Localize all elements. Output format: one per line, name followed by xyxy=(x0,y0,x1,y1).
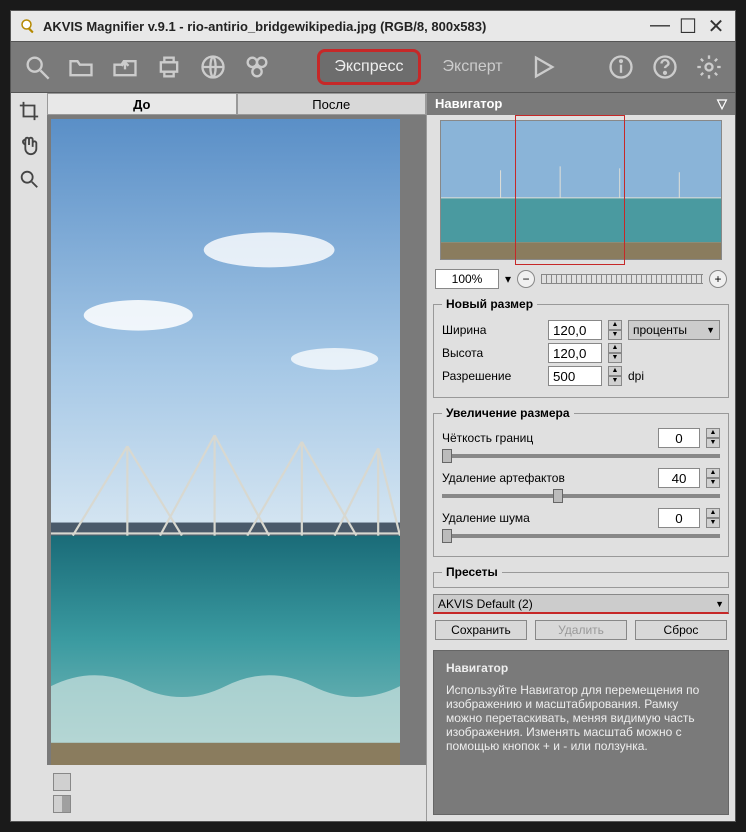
canvas-area[interactable] xyxy=(47,115,426,765)
resolution-input[interactable] xyxy=(548,366,602,386)
artifacts-input[interactable] xyxy=(658,468,700,488)
noise-input[interactable] xyxy=(658,508,700,528)
preset-select[interactable]: AKVIS Default (2)▼ xyxy=(433,594,729,614)
noise-stepper[interactable]: ▲▼ xyxy=(706,508,720,528)
save-preset-button[interactable]: Сохранить xyxy=(435,620,527,640)
help-icon[interactable] xyxy=(647,49,683,85)
height-label: Высота xyxy=(442,346,542,360)
unit-select[interactable]: проценты▼ xyxy=(628,320,720,340)
hints-body: Используйте Навигатор для перемещения по… xyxy=(446,683,699,753)
navigator-preview[interactable] xyxy=(427,115,735,265)
save-icon[interactable] xyxy=(107,49,143,85)
express-mode-button[interactable]: Экспресс xyxy=(317,49,420,85)
minimize-button[interactable]: — xyxy=(649,14,671,39)
window-title: AKVIS Magnifier v.9.1 - rio-antirio_brid… xyxy=(43,19,486,34)
hand-icon[interactable] xyxy=(17,133,41,157)
view-mode-2-icon[interactable] xyxy=(53,795,71,813)
height-input[interactable] xyxy=(548,343,602,363)
artifacts-stepper[interactable]: ▲▼ xyxy=(706,468,720,488)
width-stepper[interactable]: ▲▼ xyxy=(608,320,622,340)
crop-icon[interactable] xyxy=(17,99,41,123)
navigator-header: Навигатор ▽ xyxy=(427,93,735,115)
resolution-unit: dpi xyxy=(628,369,644,383)
zoom-controls: 100% ▾ − + xyxy=(427,265,735,293)
new-size-legend: Новый размер xyxy=(442,297,537,311)
tab-before[interactable]: До xyxy=(47,93,237,115)
sharpness-input[interactable] xyxy=(658,428,700,448)
zoom-value-input[interactable]: 100% xyxy=(435,269,499,289)
resolution-stepper[interactable]: ▲▼ xyxy=(608,366,622,386)
print-icon[interactable] xyxy=(151,49,187,85)
sharpness-stepper[interactable]: ▲▼ xyxy=(706,428,720,448)
noise-label: Удаление шума xyxy=(442,511,652,525)
navigator-viewport-frame[interactable] xyxy=(515,115,625,265)
reset-preset-button[interactable]: Сброс xyxy=(635,620,727,640)
expert-mode-button[interactable]: Эксперт xyxy=(429,52,517,82)
noise-slider[interactable] xyxy=(442,534,720,538)
preset-buttons: Сохранить Удалить Сброс xyxy=(427,616,735,644)
zoom-in-button[interactable]: + xyxy=(709,270,727,288)
prefs-icon[interactable] xyxy=(691,49,727,85)
main-pane: До После xyxy=(47,93,427,821)
zoom-icon[interactable] xyxy=(17,167,41,191)
app-window: AKVIS Magnifier v.9.1 - rio-antirio_brid… xyxy=(10,10,736,822)
zoom-out-button[interactable]: − xyxy=(517,270,535,288)
close-button[interactable]: ✕ xyxy=(705,14,727,39)
workspace: До После xyxy=(11,93,735,821)
enlarge-legend: Увеличение размера xyxy=(442,406,574,420)
unit-select-value: проценты xyxy=(633,323,687,337)
maximize-button[interactable]: ☐ xyxy=(677,14,699,39)
navigator-title: Навигатор xyxy=(435,93,502,115)
collapse-icon[interactable]: ▽ xyxy=(717,93,727,115)
view-mode-1-icon[interactable] xyxy=(53,773,71,791)
left-toolbar xyxy=(11,93,47,821)
bottom-toolbar xyxy=(47,765,426,821)
new-size-group: Новый размер Ширина ▲▼ проценты▼ Высота … xyxy=(433,297,729,398)
preset-select-value: AKVIS Default (2) xyxy=(438,597,533,611)
zoom-spinner-icon[interactable]: ▾ xyxy=(505,272,511,286)
height-stepper[interactable]: ▲▼ xyxy=(608,343,622,363)
web-icon[interactable] xyxy=(195,49,231,85)
resolution-label: Разрешение xyxy=(442,369,542,383)
titlebar: AKVIS Magnifier v.9.1 - rio-antirio_brid… xyxy=(11,11,735,41)
artifacts-slider[interactable] xyxy=(442,494,720,498)
play-icon[interactable] xyxy=(525,49,561,85)
hints-panel: Навигатор Используйте Навигатор для пере… xyxy=(433,650,729,815)
width-input[interactable] xyxy=(548,320,602,340)
main-toolbar: Экспресс Эксперт xyxy=(11,41,735,93)
sharpness-label: Чёткость границ xyxy=(442,431,652,445)
width-label: Ширина xyxy=(442,323,542,337)
app-icon xyxy=(19,17,37,35)
view-tabs: До После xyxy=(47,93,426,115)
artifacts-label: Удаление артефактов xyxy=(442,471,652,485)
info-icon[interactable] xyxy=(603,49,639,85)
right-panel: Навигатор ▽ 100% ▾ − xyxy=(427,93,735,821)
tab-after[interactable]: После xyxy=(237,93,427,115)
zoom-slider[interactable] xyxy=(541,271,703,287)
enlarge-group: Увеличение размера Чёткость границ ▲▼ Уд… xyxy=(433,406,729,557)
batch-icon[interactable] xyxy=(239,49,275,85)
presets-legend: Пресеты xyxy=(442,565,502,579)
delete-preset-button[interactable]: Удалить xyxy=(535,620,627,640)
presets-group: Пресеты xyxy=(433,565,729,588)
preview-image xyxy=(51,119,400,765)
magnifier-icon[interactable] xyxy=(19,49,55,85)
open-icon[interactable] xyxy=(63,49,99,85)
hints-title: Навигатор xyxy=(446,661,716,675)
sharpness-slider[interactable] xyxy=(442,454,720,458)
